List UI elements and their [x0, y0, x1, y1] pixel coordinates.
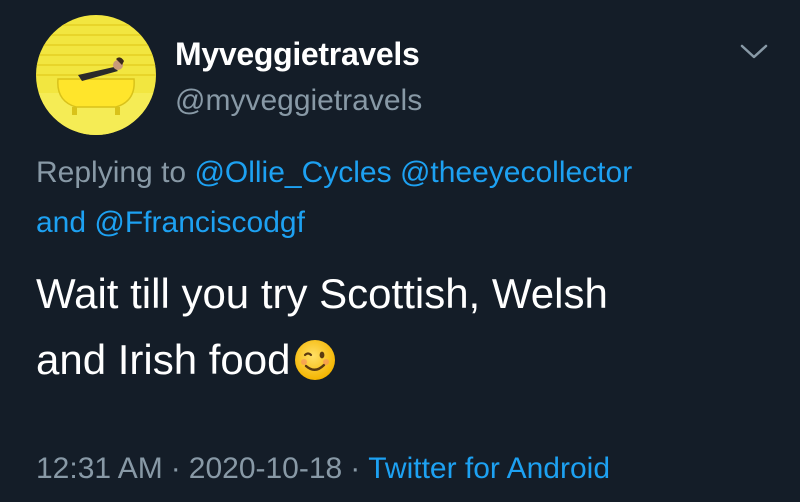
avatar-photo-icon [36, 15, 156, 135]
tweet-time[interactable]: 12:31 AM [36, 452, 163, 485]
meta-separator-1: · [170, 452, 181, 485]
author-display-name[interactable]: Myveggietravels [175, 36, 420, 73]
tweet-card: Myveggietravels @myveggietravels Replyin… [0, 0, 800, 502]
tweet-date[interactable]: 2020-10-18 [189, 452, 342, 485]
mention-link-theeyecollector[interactable]: @theeyecollector [400, 156, 632, 189]
winking-face-emoji-icon [293, 338, 337, 382]
tweet-text-line-1: Wait till you try Scottish, Welsh [36, 270, 608, 317]
chevron-down-icon[interactable] [738, 42, 770, 62]
replying-to-line-continued: and @Ffranciscodgf [36, 206, 305, 240]
replying-to-line: Replying to @Ollie_Cycles @theeyecollect… [36, 156, 632, 190]
replying-to-and[interactable]: and [36, 206, 86, 239]
tweet-meta: 12:31 AM · 2020-10-18 · Twitter for Android [36, 452, 610, 486]
avatar[interactable] [36, 15, 156, 135]
meta-separator-2: · [350, 452, 361, 485]
mention-link-ollie-cycles[interactable]: @Ollie_Cycles [194, 156, 391, 189]
tweet-text-line-2: and Irish food [36, 336, 337, 384]
tweet-text-line-2-text: and Irish food [36, 336, 291, 383]
author-handle[interactable]: @myveggietravels [175, 84, 422, 118]
mention-link-ffranciscodgf[interactable]: @Ffranciscodgf [94, 206, 305, 239]
replying-to-label: Replying to [36, 156, 187, 189]
tweet-source-link[interactable]: Twitter for Android [368, 452, 610, 485]
